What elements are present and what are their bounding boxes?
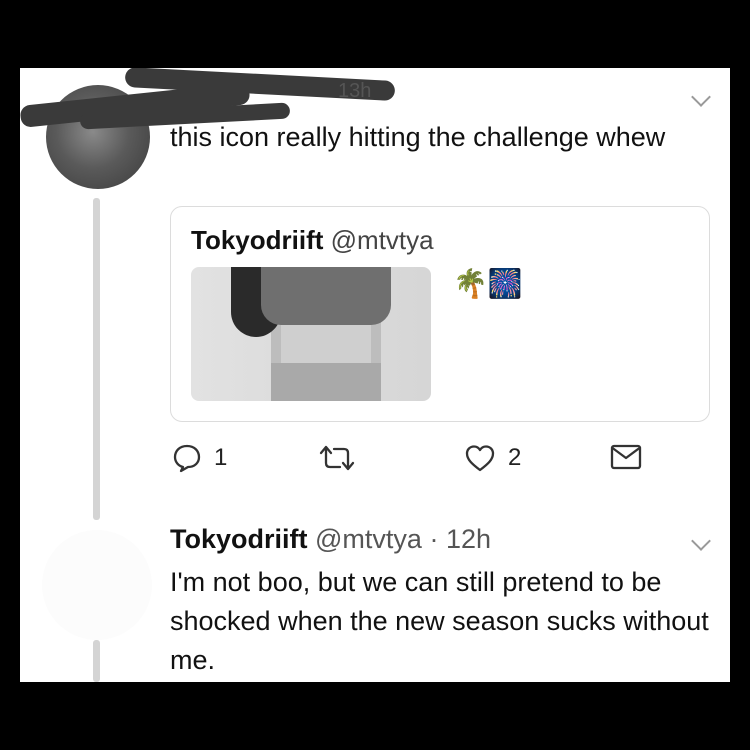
thread-line — [93, 640, 100, 682]
retweet-button[interactable] — [318, 443, 356, 473]
heart-icon — [464, 443, 496, 473]
reply-separator: · — [429, 524, 439, 554]
reply-time: 12h — [445, 524, 492, 554]
message-button[interactable] — [610, 443, 642, 471]
quoted-emoji-text: 🌴🎆 — [453, 267, 523, 300]
tweet-actions: 1 2 — [170, 443, 700, 483]
envelope-icon — [610, 443, 642, 471]
reply-icon — [172, 443, 202, 473]
reply-author-name: Tokyodriift — [170, 524, 308, 554]
reply-count: 1 — [214, 444, 228, 471]
quoted-author-name: Tokyodriift — [191, 225, 324, 255]
quoted-image[interactable] — [191, 267, 431, 401]
quoted-author-handle: @mtvtya — [330, 225, 434, 255]
quoted-author[interactable]: Tokyodriift @mtvtya — [191, 225, 434, 256]
retweet-icon — [318, 443, 356, 473]
image-shirt — [261, 267, 391, 325]
chevron-down-icon[interactable] — [691, 87, 711, 107]
like-button[interactable]: 2 — [464, 443, 521, 473]
reply-header[interactable]: Tokyodriift @mtvtya · 12h — [170, 524, 491, 555]
tweet-text: this icon really hitting the challenge w… — [170, 122, 666, 152]
reply-button[interactable]: 1 — [172, 443, 227, 473]
thread-line — [93, 198, 100, 520]
quoted-tweet[interactable]: Tokyodriift @mtvtya 🌴🎆 — [170, 206, 710, 422]
reply-avatar[interactable] — [42, 530, 152, 640]
tweet-timestamp: 13h — [338, 80, 372, 102]
like-count: 2 — [508, 444, 522, 471]
chevron-down-icon[interactable] — [691, 531, 711, 551]
reply-author-handle: @mtvtya — [315, 524, 422, 554]
image-jeans — [271, 363, 381, 401]
tweet-thread-card: 13h this icon really hitting the challen… — [20, 68, 730, 682]
image-midriff — [281, 325, 371, 365]
reply-text: I'm not boo, but we can still pretend to… — [170, 567, 709, 675]
